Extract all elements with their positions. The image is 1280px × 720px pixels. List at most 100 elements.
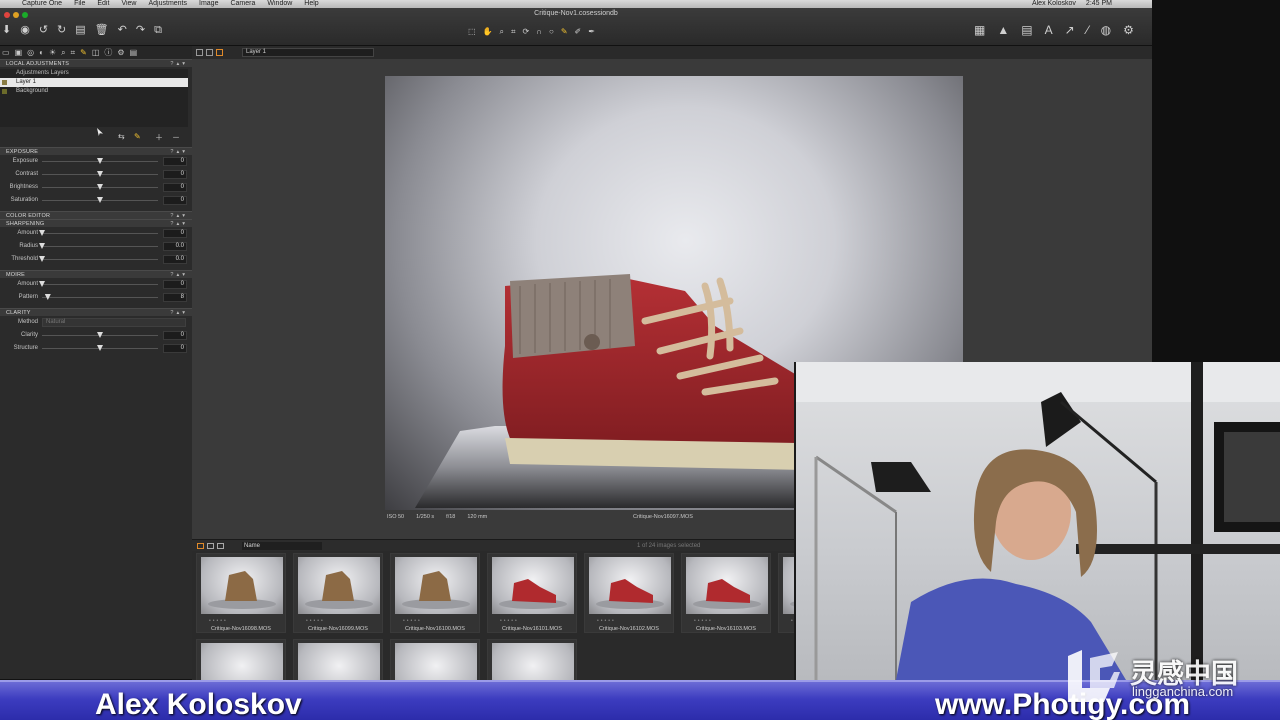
rating-stars[interactable]: ••••• xyxy=(597,618,616,624)
color-editor-header[interactable]: COLOR EDITOR ?▴▾ xyxy=(0,211,192,219)
thumbnail[interactable] xyxy=(390,639,480,681)
tab-adjustments-icon[interactable]: ◫ xyxy=(92,48,100,57)
list-view-icon[interactable] xyxy=(217,543,224,549)
loupe-tool-icon[interactable]: ⌕ xyxy=(500,28,504,36)
thumbnail[interactable]: ••••• Critique-Nov16101.MOS xyxy=(487,553,577,633)
thumbnail[interactable]: ••••• Critique-Nov16098.MOS xyxy=(196,553,286,633)
layer-item[interactable]: Layer 1 xyxy=(0,78,188,87)
slider-value-field[interactable]: 0 xyxy=(163,183,187,192)
tab-exposure-icon[interactable]: ☀ xyxy=(49,48,56,57)
grid-view-icon[interactable] xyxy=(196,49,203,56)
tab-local-adjustments-icon[interactable]: ✎ xyxy=(80,48,87,57)
grid-icon[interactable]: ▦ xyxy=(974,24,985,36)
sort-select[interactable]: Name xyxy=(242,542,322,550)
add-layer-button[interactable]: ＋ xyxy=(155,132,163,143)
menu-app[interactable]: Capture One xyxy=(22,0,62,8)
rating-stars[interactable]: ••••• xyxy=(694,618,713,624)
moire-header[interactable]: MOIRE ?▴▾ xyxy=(0,270,192,278)
exposure-header[interactable]: EXPOSURE ?▴▾ xyxy=(0,147,192,155)
section-controls[interactable]: ?▴▾ xyxy=(170,60,188,68)
multi-view-icon[interactable] xyxy=(216,49,223,56)
thumbnail[interactable]: ••••• Critique-Nov16099.MOS xyxy=(293,553,383,633)
slider-value-field[interactable]: 0 xyxy=(163,331,187,340)
eyedropper-icon[interactable]: ↗ xyxy=(1065,24,1075,36)
eyedropper-tool-icon[interactable]: ✒ xyxy=(588,28,595,36)
folder-icon[interactable]: ▤ xyxy=(75,25,85,36)
gear-icon[interactable]: ⚙ xyxy=(1123,24,1134,36)
thumbnail[interactable] xyxy=(293,639,383,681)
list-icon[interactable]: ▤ xyxy=(1021,24,1032,36)
rotate-tool-icon[interactable]: ⟳ xyxy=(523,28,530,36)
menu-view[interactable]: View xyxy=(121,0,136,8)
brush-icon[interactable]: ✎ xyxy=(134,132,141,141)
warning-icon[interactable]: ▲ xyxy=(997,24,1009,36)
slider-track[interactable] xyxy=(42,259,158,260)
local-adjustments-header[interactable]: LOCAL ADJUSTMENTS ?▴▾ xyxy=(0,59,192,67)
rating-stars[interactable]: ••••• xyxy=(500,618,519,624)
tab-color-icon[interactable]: ◐ xyxy=(39,48,44,57)
crop-tool-icon[interactable]: ⌗ xyxy=(511,28,516,36)
slider-value-field[interactable]: 0.0 xyxy=(163,255,187,264)
slider-value-field[interactable]: 8 xyxy=(163,293,187,302)
rotate-left-icon[interactable]: ↺ xyxy=(39,25,48,36)
remove-layer-button[interactable]: － xyxy=(172,132,180,143)
select-tool-icon[interactable]: ⬚ xyxy=(468,28,476,36)
tab-batch-icon[interactable]: ▤ xyxy=(130,48,138,57)
brush-icon[interactable]: ⁄ xyxy=(1087,24,1089,36)
slider-track[interactable] xyxy=(42,233,158,234)
tab-details-icon[interactable]: ⌕ xyxy=(61,48,65,58)
camera-icon[interactable]: ◉ xyxy=(20,25,30,36)
layer-select[interactable]: Layer 1 xyxy=(242,48,374,57)
slider-value-field[interactable]: 0 xyxy=(163,280,187,289)
rating-stars[interactable]: ••••• xyxy=(209,618,228,624)
slider-value-field[interactable]: 0.0 xyxy=(163,242,187,251)
thumbnail[interactable] xyxy=(487,639,577,681)
tab-capture-icon[interactable]: ▣ xyxy=(15,48,23,57)
keystone-tool-icon[interactable]: ∩ xyxy=(536,28,542,36)
menu-file[interactable]: File xyxy=(74,0,85,8)
preview-icon[interactable]: ◍ xyxy=(1101,24,1111,36)
slider-track[interactable] xyxy=(42,297,158,298)
tab-metadata-icon[interactable]: ⓘ xyxy=(104,47,112,58)
layer-item[interactable]: Background xyxy=(0,87,188,96)
picker-tool-icon[interactable]: ✐ xyxy=(575,28,582,36)
spot-tool-icon[interactable]: ○ xyxy=(549,28,554,36)
clarity-header[interactable]: CLARITY ?▴▾ xyxy=(0,308,192,316)
thumbnail[interactable]: ••••• Critique-Nov16103.MOS xyxy=(681,553,771,633)
menu-camera[interactable]: Camera xyxy=(230,0,255,8)
slider-track[interactable] xyxy=(42,246,158,247)
filmstrip-view-icon[interactable] xyxy=(207,543,214,549)
tab-output-icon[interactable]: ⚙ xyxy=(117,48,124,57)
menu-adjustments[interactable]: Adjustments xyxy=(148,0,187,8)
tab-crop-icon[interactable]: ⌗ xyxy=(71,48,76,58)
single-view-icon[interactable] xyxy=(206,49,213,56)
menu-image[interactable]: Image xyxy=(199,0,218,8)
thumbnail[interactable] xyxy=(196,639,286,681)
tab-library-icon[interactable]: ▭ xyxy=(2,48,10,57)
thumbnail[interactable]: ••••• Critique-Nov16102.MOS xyxy=(584,553,674,633)
thumbnail[interactable]: ••••• Critique-Nov16100.MOS xyxy=(390,553,480,633)
tab-lens-icon[interactable]: ◎ xyxy=(27,48,34,57)
slider-track[interactable] xyxy=(42,284,158,285)
menubar-user[interactable]: Alex Koloskov xyxy=(1032,0,1076,8)
sharpening-header[interactable]: SHARPENING ?▴▾ xyxy=(0,219,192,227)
pan-tool-icon[interactable]: ✋ xyxy=(483,28,493,36)
slider-value-field[interactable]: 0 xyxy=(163,344,187,353)
menu-help[interactable]: Help xyxy=(304,0,318,8)
layer-options-icon[interactable]: ⇆ xyxy=(118,132,125,141)
rotate-right-icon[interactable]: ↻ xyxy=(57,25,66,36)
clarity-method-select[interactable]: Natural xyxy=(42,318,186,327)
trash-icon[interactable]: 🗑 xyxy=(95,25,109,36)
menu-edit[interactable]: Edit xyxy=(97,0,109,8)
rating-stars[interactable]: ••••• xyxy=(403,618,422,624)
copy-icon[interactable]: ⧉ xyxy=(154,25,162,36)
slider-value-field[interactable]: 0 xyxy=(163,229,187,238)
import-icon[interactable]: ⬇ xyxy=(2,25,11,36)
rating-stars[interactable]: ••••• xyxy=(306,618,325,624)
undo-icon[interactable]: ↶ xyxy=(118,25,127,36)
text-icon[interactable]: A xyxy=(1045,24,1053,36)
brush-tool-icon[interactable]: ✎ xyxy=(561,28,568,36)
menu-window[interactable]: Window xyxy=(267,0,292,8)
slider-value-field[interactable]: 0 xyxy=(163,170,187,179)
grid-view-icon[interactable] xyxy=(197,543,204,549)
